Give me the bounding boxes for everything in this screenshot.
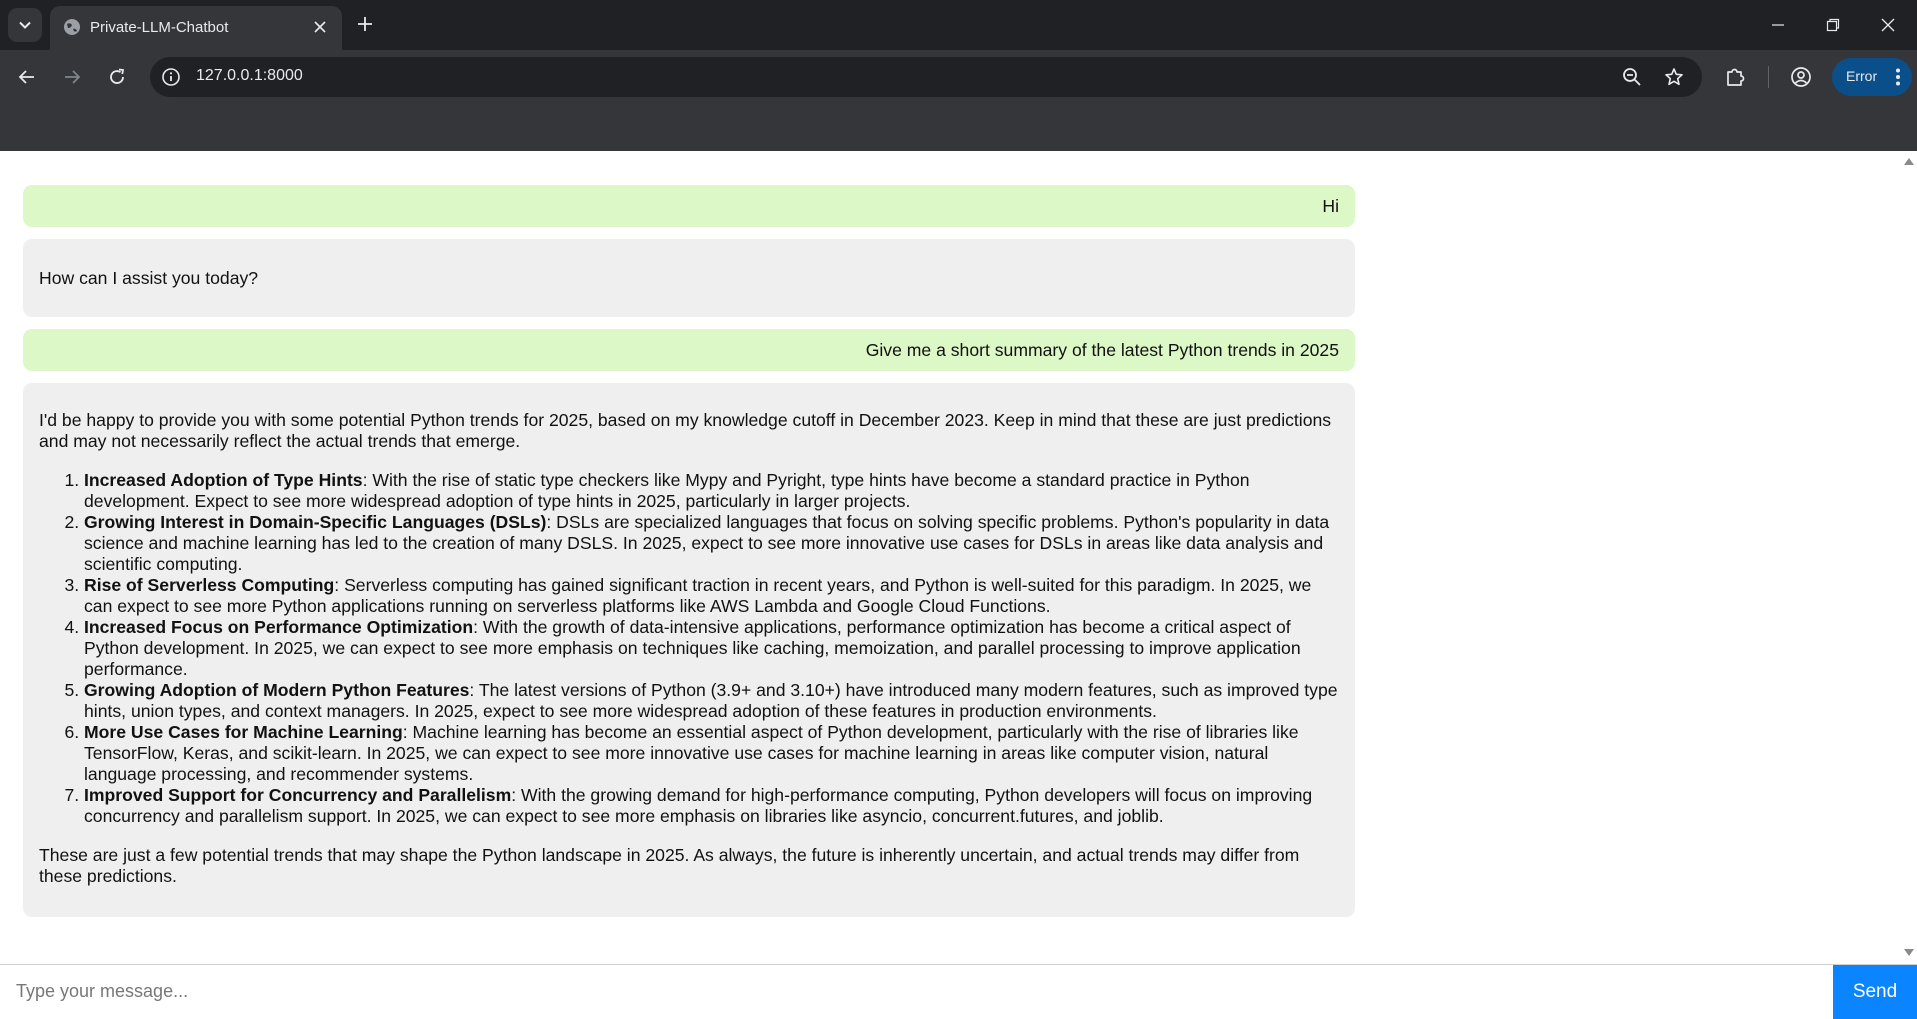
- item-title: Increased Adoption of Type Hints: [84, 470, 363, 490]
- info-icon[interactable]: [160, 66, 182, 88]
- close-icon: [1881, 18, 1895, 32]
- minimize-icon: [1772, 24, 1784, 26]
- list-item: Rise of Serverless Computing: Serverless…: [84, 575, 1339, 617]
- item-title: Growing Adoption of Modern Python Featur…: [84, 680, 470, 700]
- new-tab-button[interactable]: [351, 10, 379, 38]
- browser-tab-active[interactable]: Private-LLM-Chatbot: [50, 6, 342, 50]
- scroll-down-arrow[interactable]: [1901, 947, 1917, 959]
- url-input[interactable]: [196, 67, 1196, 85]
- profile-button[interactable]: [1787, 63, 1815, 91]
- list-item: Growing Interest in Domain-Specific Lang…: [84, 512, 1339, 575]
- zoom-out-icon: [1623, 68, 1641, 86]
- bot-message: How can I assist you today?: [23, 239, 1355, 317]
- back-button[interactable]: [12, 62, 42, 92]
- plus-icon: [358, 17, 372, 31]
- tab-close-button[interactable]: [308, 15, 332, 39]
- send-button[interactable]: Send: [1833, 965, 1917, 1019]
- scroll-up-arrow[interactable]: [1901, 155, 1917, 167]
- chat-viewport[interactable]: Hi How can I assist you today? Give me a…: [0, 151, 1917, 965]
- forward-button[interactable]: [57, 62, 87, 92]
- list-item: Increased Adoption of Type Hints: With t…: [84, 470, 1339, 512]
- bookmarks-bar: [0, 102, 1917, 151]
- chat-messages: Hi How can I assist you today? Give me a…: [23, 185, 1355, 929]
- item-title: Improved Support for Concurrency and Par…: [84, 785, 512, 805]
- message-composer: Send: [0, 964, 1917, 1019]
- browser-tab-strip: Private-LLM-Chatbot: [0, 0, 1917, 50]
- account-icon: [1791, 67, 1811, 87]
- user-message: Give me a short summary of the latest Py…: [23, 329, 1355, 371]
- tab-search-button[interactable]: [8, 8, 42, 42]
- restore-icon: [1826, 18, 1840, 32]
- list-item: Growing Adoption of Modern Python Featur…: [84, 680, 1339, 722]
- arrow-left-icon: [18, 70, 34, 84]
- list-item: More Use Cases for Machine Learning: Mac…: [84, 722, 1339, 785]
- reload-button[interactable]: [102, 62, 132, 92]
- message-intro: I'd be happy to provide you with some po…: [39, 410, 1332, 451]
- item-title: More Use Cases for Machine Learning: [84, 722, 403, 742]
- triangle-up-icon: [1904, 158, 1914, 165]
- more-vert-icon: [1888, 65, 1908, 89]
- user-message: Hi: [23, 185, 1355, 227]
- extensions-button[interactable]: [1721, 63, 1749, 91]
- close-window-button[interactable]: [1860, 0, 1916, 50]
- message-text: Give me a short summary of the latest Py…: [865, 339, 1339, 360]
- trend-list: Increased Adoption of Type Hints: With t…: [39, 470, 1339, 827]
- item-title: Rise of Serverless Computing: [84, 575, 335, 595]
- list-item: Increased Focus on Performance Optimizat…: [84, 617, 1339, 680]
- globe-icon: [64, 19, 80, 35]
- zoom-button[interactable]: [1620, 65, 1644, 89]
- message-outro: These are just a few potential trends th…: [39, 845, 1300, 886]
- minimize-button[interactable]: [1750, 0, 1806, 50]
- item-title: Increased Focus on Performance Optimizat…: [84, 617, 474, 637]
- browser-toolbar: Error: [0, 50, 1917, 102]
- restore-button[interactable]: [1805, 0, 1861, 50]
- close-icon: [314, 21, 326, 33]
- message-text: How can I assist you today?: [39, 267, 259, 288]
- tab-title: Private-LLM-Chatbot: [90, 19, 229, 36]
- arrow-right-icon: [65, 70, 81, 84]
- reload-icon: [110, 68, 125, 84]
- chevron-down-icon: [19, 21, 31, 29]
- bookmark-button[interactable]: [1662, 65, 1686, 89]
- address-bar[interactable]: [150, 57, 1702, 97]
- bot-message: I'd be happy to provide you with some po…: [23, 383, 1355, 917]
- list-item: Improved Support for Concurrency and Par…: [84, 785, 1339, 827]
- toolbar-separator: [1768, 66, 1769, 88]
- profile-error-button[interactable]: Error: [1832, 58, 1912, 96]
- message-input[interactable]: [0, 965, 1832, 1017]
- profile-error-label: Error: [1846, 68, 1878, 84]
- message-text: Hi: [1322, 195, 1339, 216]
- triangle-down-icon: [1904, 949, 1914, 956]
- star-icon: [1665, 68, 1683, 86]
- puzzle-icon: [1727, 68, 1745, 86]
- item-title: Growing Interest in Domain-Specific Lang…: [84, 512, 547, 532]
